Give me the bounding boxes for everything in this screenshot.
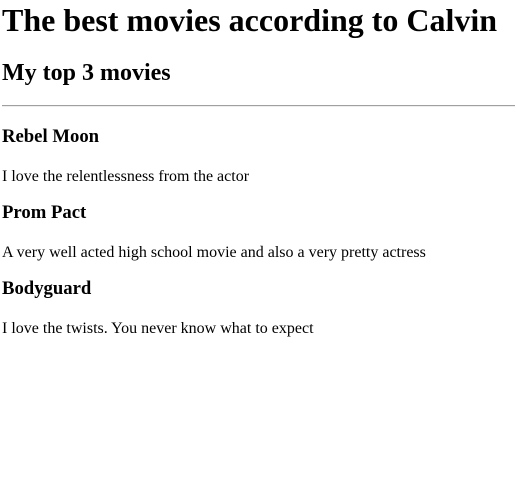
- page-title: The best movies according to Calvin: [2, 2, 498, 38]
- movie-item: Bodyguard I love the twists. You never k…: [2, 278, 515, 338]
- movie-title: Rebel Moon: [2, 126, 100, 147]
- page: The best movies according to Calvin My t…: [0, 0, 517, 338]
- movie-comment: A very well acted high school movie and …: [2, 244, 426, 261]
- movie-title: Prom Pact: [2, 202, 87, 223]
- movie-item: Prom Pact A very well acted high school …: [2, 202, 515, 262]
- movie-item: Rebel Moon I love the relentlessness fro…: [2, 126, 515, 186]
- movie-title: Bodyguard: [2, 278, 92, 299]
- page-subtitle: My top 3 movies: [2, 60, 171, 86]
- movie-comment: I love the relentlessness from the actor: [2, 168, 250, 185]
- movie-comment: I love the twists. You never know what t…: [2, 320, 314, 337]
- movie-list: Rebel Moon I love the relentlessness fro…: [2, 126, 515, 338]
- divider: [2, 105, 515, 107]
